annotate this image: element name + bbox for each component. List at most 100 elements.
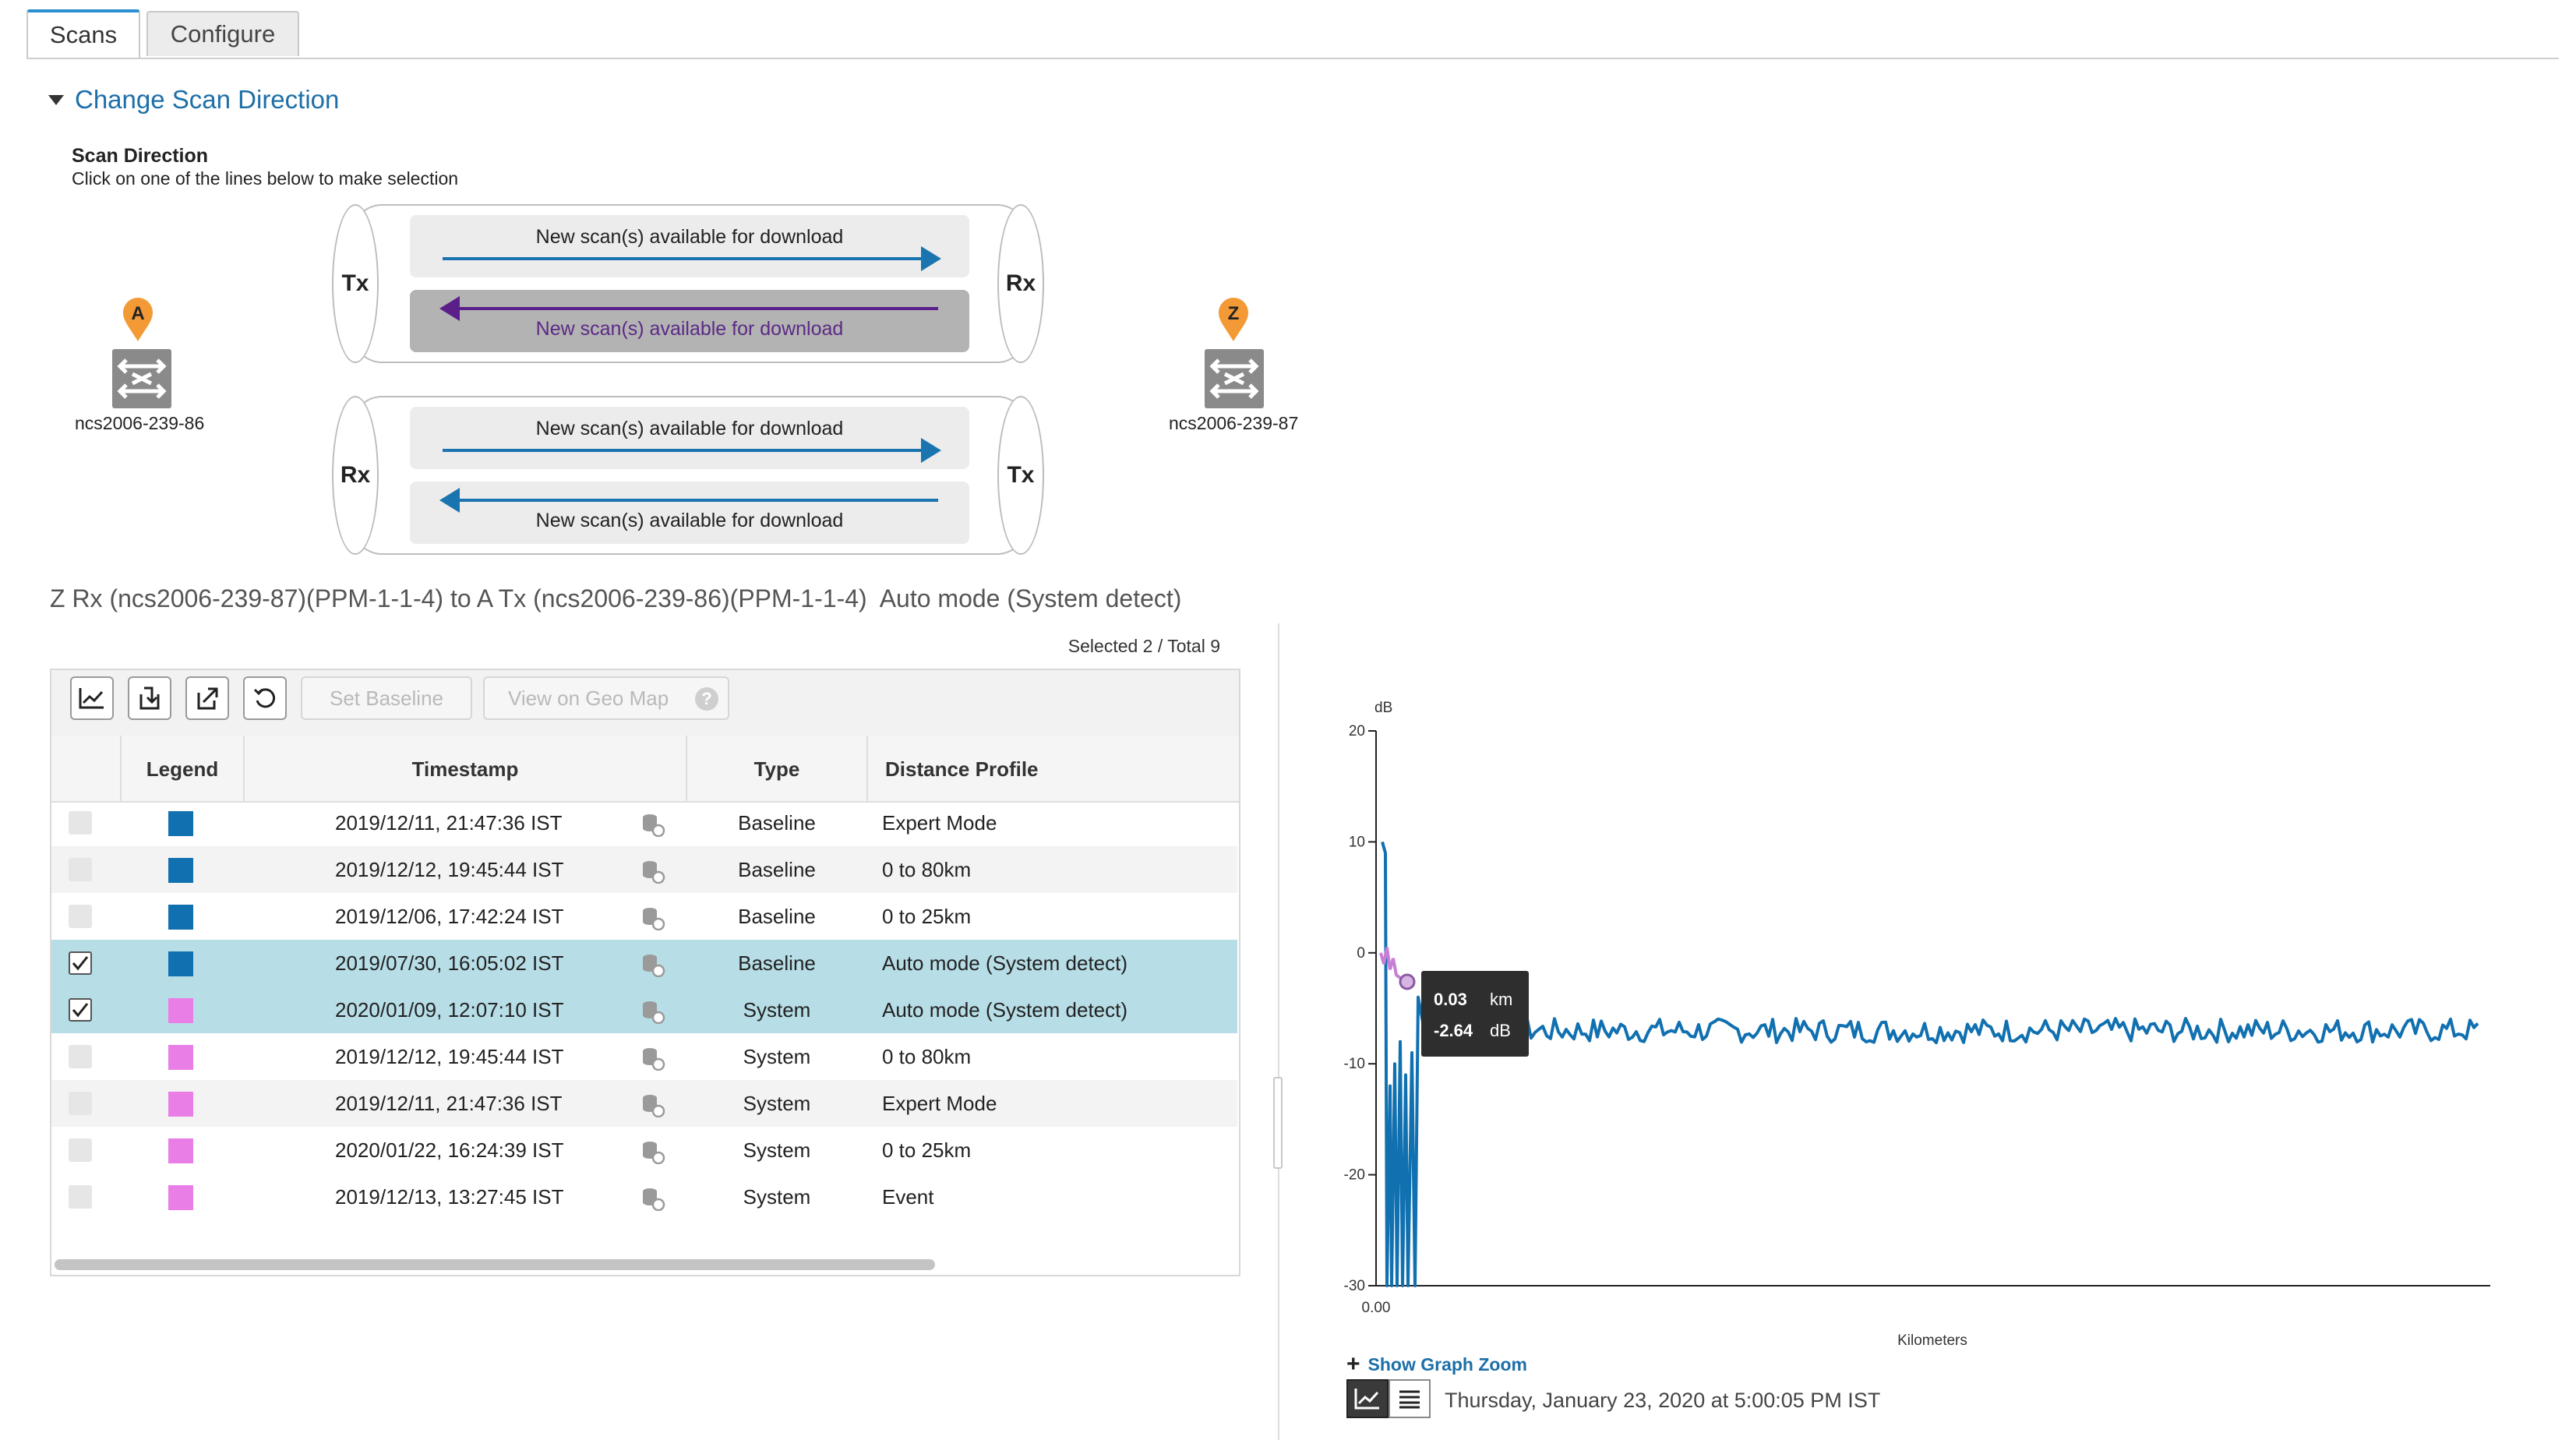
list-icon (1399, 1390, 1420, 1409)
tab-configure-label: Configure (170, 20, 276, 48)
database-icon[interactable] (640, 1092, 665, 1118)
set-baseline-button[interactable]: Set Baseline (301, 676, 472, 720)
fiber-1-lane-forward[interactable]: New scan(s) available for download (410, 215, 969, 277)
cell-timestamp: 2019/12/11, 21:47:36 IST (335, 810, 563, 835)
column-header-legend[interactable]: Legend (122, 737, 243, 801)
export-button[interactable] (185, 676, 229, 720)
cell-timestamp: 2019/07/30, 16:05:02 IST (335, 951, 564, 975)
refresh-button[interactable] (243, 676, 287, 720)
undo-icon (253, 688, 276, 708)
fiber-2-lane-forward[interactable]: New scan(s) available for download (410, 407, 969, 469)
tooltip-x-value: 0.03 (1434, 990, 1467, 1009)
splitter-handle[interactable] (1273, 1077, 1283, 1169)
caret-down-icon (48, 94, 64, 105)
cell-profile: 0 to 25km (882, 1138, 972, 1162)
cell-timestamp: 2019/12/06, 17:42:24 IST (335, 904, 564, 928)
database-icon[interactable] (640, 859, 665, 884)
router-icon (1203, 348, 1265, 410)
fiber-1-lane-reverse-selected[interactable]: New scan(s) available for download (410, 290, 969, 352)
cell-timestamp: 2019/12/11, 21:47:36 IST (335, 1091, 563, 1115)
help-glyph: ? (701, 689, 712, 708)
y-tick-label: -30 (1344, 1278, 1365, 1294)
row-checkbox[interactable] (69, 1138, 92, 1162)
horizontal-scrollbar[interactable] (55, 1259, 935, 1270)
import-icon (139, 686, 160, 710)
show-graph-zoom-link[interactable]: + Show Graph Zoom (1346, 1351, 1527, 1378)
scan-timestamp: Thursday, January 23, 2020 at 5:00:05 PM… (1445, 1389, 1881, 1412)
column-header-label: Legend (146, 757, 219, 781)
download-button[interactable] (128, 676, 171, 720)
hover-point-marker (1399, 973, 1416, 990)
tooltip-x-unit: km (1490, 990, 1513, 1009)
checkmark-icon (72, 1003, 89, 1018)
fiber-2-lane-reverse[interactable]: New scan(s) available for download (410, 482, 969, 544)
view-geo-map-button[interactable]: View on Geo Map ? (483, 676, 729, 720)
cell-timestamp: 2019/12/12, 19:45:44 IST (335, 1044, 564, 1068)
series-baseline-trace (1381, 841, 2479, 1287)
row-checkbox[interactable] (69, 1092, 92, 1115)
show-graph-zoom-label: Show Graph Zoom (1367, 1354, 1527, 1375)
fiber-2-right-label: Tx (1007, 462, 1035, 488)
row-checkbox[interactable] (69, 811, 92, 835)
cell-type: System (743, 997, 811, 1022)
cell-type: System (743, 1138, 811, 1162)
pin-letter-a: A (131, 303, 144, 324)
scan-direction-instruction: Click on one of the lines below to make … (72, 168, 459, 189)
column-header-distance-profile[interactable]: Distance Profile (885, 737, 1197, 801)
scan-direction-heading: Scan Direction (72, 145, 209, 167)
column-header-timestamp[interactable]: Timestamp (245, 737, 686, 801)
cell-type: System (743, 1044, 811, 1068)
cell-type: Baseline (738, 951, 816, 975)
view-toggle-chart[interactable] (1346, 1379, 1389, 1418)
fiber-1-end-left: Tx (332, 204, 379, 363)
help-icon: ? (695, 687, 718, 711)
pin-letter-z: Z (1228, 303, 1240, 324)
database-icon[interactable] (640, 999, 665, 1025)
section-toggle[interactable]: Change Scan Direction (48, 84, 339, 115)
legend-swatch (168, 905, 193, 930)
pin-marker-a: A (122, 296, 154, 343)
view-toggle-list[interactable] (1389, 1379, 1431, 1418)
selection-count: Selected 2 / Total 9 (1067, 636, 1220, 656)
row-checkbox-checked[interactable] (69, 951, 92, 975)
row-checkbox[interactable] (69, 1185, 92, 1209)
fiber-1-right-label: Rx (1005, 270, 1036, 296)
set-baseline-label: Set Baseline (330, 686, 443, 710)
row-checkbox[interactable] (69, 1045, 92, 1068)
database-icon[interactable] (640, 952, 665, 978)
database-icon[interactable] (640, 1046, 665, 1071)
lane-label: New scan(s) available for download (535, 510, 844, 531)
cell-type: Baseline (738, 857, 816, 881)
column-header-label: Distance Profile (885, 757, 1039, 781)
x-tick-label: 0.00 (1362, 1300, 1391, 1316)
tab-configure[interactable]: Configure (146, 11, 299, 56)
legend-swatch (168, 1092, 193, 1117)
cell-profile: Expert Mode (882, 810, 997, 835)
database-icon[interactable] (640, 812, 665, 838)
export-icon (197, 687, 218, 710)
database-icon[interactable] (640, 1139, 665, 1165)
row-checkbox[interactable] (69, 905, 92, 928)
row-checkbox[interactable] (69, 858, 92, 881)
y-tick-label: 10 (1349, 834, 1365, 850)
line-chart-icon (1354, 1389, 1379, 1410)
tab-scans[interactable]: Scans (26, 9, 140, 58)
database-icon[interactable] (640, 905, 665, 931)
arrow-right-icon (443, 438, 941, 463)
column-header-type[interactable]: Type (687, 737, 866, 801)
y-tick-label: -10 (1344, 1056, 1365, 1072)
plus-icon: + (1346, 1351, 1360, 1377)
database-icon[interactable] (640, 1186, 665, 1212)
router-icon (111, 348, 173, 410)
column-header-label: Timestamp (411, 757, 519, 781)
cell-timestamp: 2019/12/13, 13:27:45 IST (335, 1184, 564, 1209)
legend-swatch (168, 1185, 193, 1210)
cell-profile: 0 to 80km (882, 1044, 972, 1068)
chart-view-button[interactable] (70, 676, 114, 720)
tooltip-y-unit: dB (1490, 1021, 1511, 1040)
tab-underline (26, 58, 2559, 59)
y-tick-label: 0 (1357, 945, 1365, 962)
row-checkbox-checked[interactable] (69, 998, 92, 1022)
fiber-2-end-right: Tx (997, 396, 1044, 555)
pin-marker-z: Z (1217, 296, 1250, 343)
